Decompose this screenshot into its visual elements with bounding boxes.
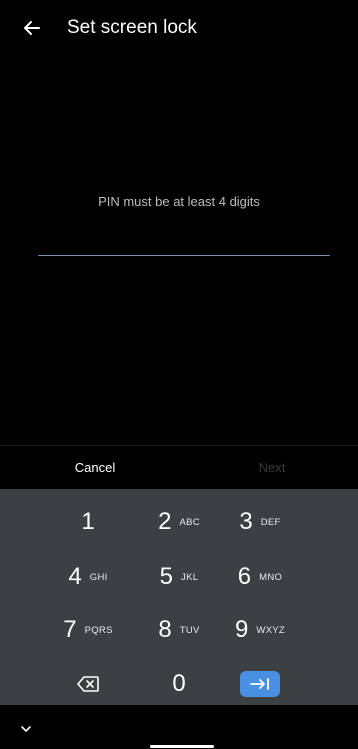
key-8[interactable]: 8 TUV: [137, 607, 221, 653]
key-7[interactable]: 7 PQRS: [46, 607, 130, 653]
key-digit: 5: [159, 563, 174, 590]
key-digit: 1: [81, 508, 95, 535]
key-letters: JKL: [181, 571, 199, 583]
home-gesture-handle[interactable]: [150, 745, 214, 748]
cancel-button[interactable]: Cancel: [55, 446, 135, 490]
key-5[interactable]: 5 JKL: [137, 554, 221, 600]
key-letters: GHI: [89, 571, 108, 583]
collapse-keyboard-button[interactable]: [20, 721, 40, 741]
key-letters: ABC: [179, 516, 200, 528]
key-3[interactable]: 3 DEF: [218, 499, 302, 545]
key-6[interactable]: 6 MNO: [218, 554, 302, 600]
key-digit: 4: [68, 563, 82, 590]
enter-key-background: [240, 671, 280, 697]
key-letters: WXYZ: [256, 624, 285, 636]
system-nav-bar: [0, 705, 358, 749]
key-1[interactable]: 1: [46, 499, 130, 545]
key-letters: TUV: [179, 624, 200, 636]
key-digit: 3: [239, 508, 253, 535]
key-digit: 0: [172, 670, 186, 697]
app-bar: Set screen lock: [0, 0, 358, 56]
key-digit: 7: [63, 616, 77, 643]
backspace-icon: [77, 676, 99, 692]
key-0[interactable]: 0: [137, 661, 221, 707]
enter-key[interactable]: [218, 661, 302, 707]
key-digit: 8: [158, 616, 172, 643]
key-digit: 9: [234, 616, 249, 643]
back-arrow-icon: [24, 21, 40, 35]
key-letters: MNO: [259, 571, 283, 583]
key-4[interactable]: 4 GHI: [46, 554, 130, 600]
next-button: Next: [258, 460, 286, 475]
key-letters: PQRS: [84, 624, 113, 636]
backspace-key[interactable]: [46, 661, 130, 707]
pin-input[interactable]: [38, 230, 330, 256]
page-title: Set screen lock: [67, 17, 197, 38]
back-button[interactable]: [18, 14, 46, 42]
key-digit: 6: [237, 563, 252, 590]
key-9[interactable]: 9 WXYZ: [218, 607, 302, 653]
key-letters: DEF: [260, 516, 281, 528]
chevron-down-icon: [21, 726, 31, 732]
key-digit: 2: [158, 508, 172, 535]
pin-requirement-hint: PIN must be at least 4 digits: [98, 194, 260, 209]
numeric-keypad: 1 2 ABC 3 DEF 4 GHI 5 JKL 6 MNO 7 PQRS 8…: [0, 489, 358, 705]
tab-enter-icon: [250, 678, 269, 690]
action-bar: Cancel Next: [0, 445, 358, 490]
key-2[interactable]: 2 ABC: [137, 499, 221, 545]
